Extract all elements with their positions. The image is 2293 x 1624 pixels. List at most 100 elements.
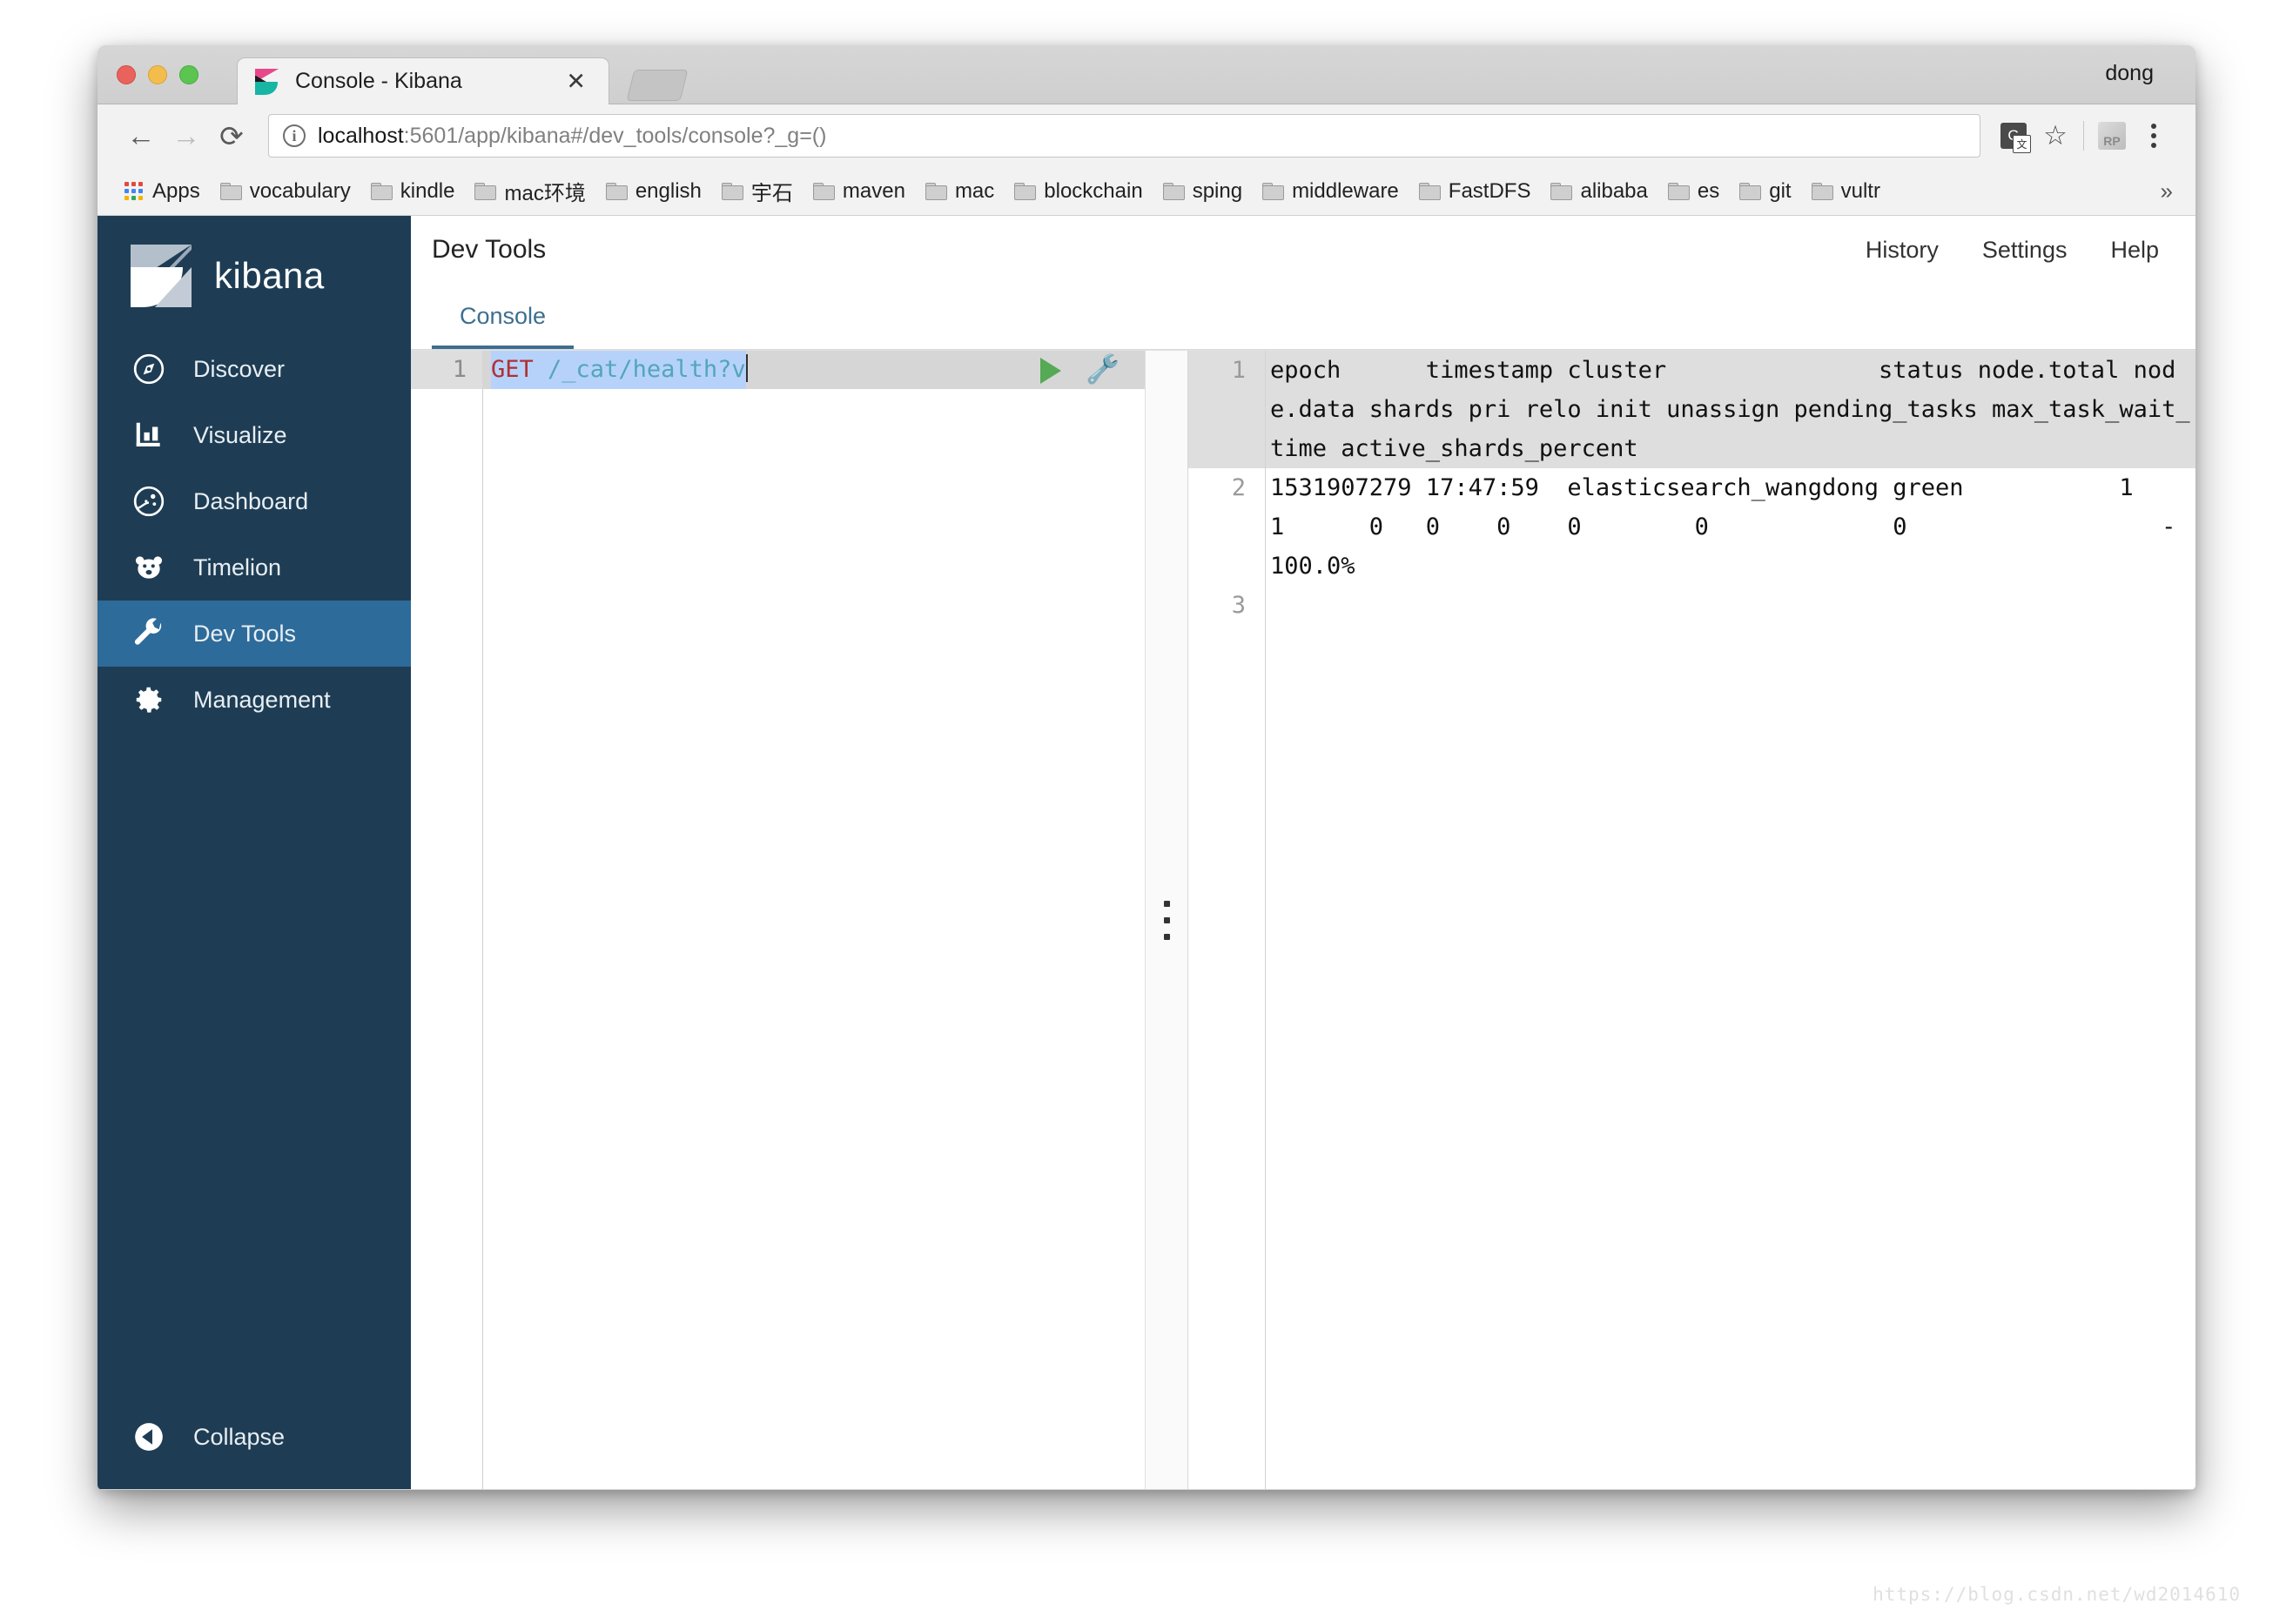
bookmark-item-fastdfs[interactable]: FastDFS: [1411, 175, 1539, 208]
tab-console[interactable]: Console: [432, 303, 575, 349]
bookmark-item-kindle[interactable]: kindle: [363, 175, 463, 208]
bookmark-item-yushi[interactable]: 宇石: [714, 171, 801, 211]
sidebar-item-label: Discover: [193, 355, 286, 382]
address-bar[interactable]: i localhost:5601/app/kibana#/dev_tools/c…: [268, 114, 1980, 158]
app-tabs: Console: [411, 284, 2195, 350]
brand-label: kibana: [214, 255, 325, 296]
bookmark-label: vultr: [1840, 178, 1880, 203]
sidebar-item-label: Timelion: [193, 554, 282, 580]
close-icon[interactable]: ✕: [566, 70, 586, 93]
bookmark-label: blockchain: [1044, 178, 1143, 203]
bookmark-label: sping: [1192, 178, 1243, 203]
history-link[interactable]: History: [1866, 237, 1939, 264]
compass-icon: [131, 352, 167, 386]
response-output-pane[interactable]: 1 epoch timestamp cluster status node.to…: [1187, 351, 2195, 1489]
bookmark-label: mac环境: [504, 182, 586, 205]
sidebar-item-management[interactable]: Management: [98, 667, 411, 733]
kibana-app: kibana Discover Visualize Dashboard Time…: [98, 216, 2195, 1489]
folder-icon: [1667, 182, 1690, 200]
kibana-favicon-icon: [255, 68, 279, 95]
sidebar-collapse-button[interactable]: Collapse: [98, 1404, 411, 1470]
minimize-window-button[interactable]: [148, 65, 167, 84]
wrench-icon: [131, 617, 167, 650]
bookmark-item-english[interactable]: english: [598, 175, 709, 208]
folder-icon: [1418, 182, 1441, 200]
browser-tab-strip: Console - Kibana ✕ dong: [98, 45, 2195, 104]
bookmark-label: Apps: [152, 178, 200, 203]
editor-line[interactable]: 1 GET /_cat/health?v 🔧: [411, 351, 1145, 389]
folder-icon: [605, 182, 628, 200]
response-line-number: 3: [1231, 592, 1246, 619]
kibana-logo-icon: [131, 245, 192, 307]
sidebar-item-dev-tools[interactable]: Dev Tools: [98, 601, 411, 667]
request-path-token: /_cat/health?v: [533, 356, 746, 383]
help-link[interactable]: Help: [2110, 237, 2159, 264]
bookmark-apps[interactable]: Apps: [117, 175, 208, 208]
sidebar-item-visualize[interactable]: Visualize: [98, 402, 411, 468]
bookmark-item-mac-env[interactable]: mac环境: [467, 171, 593, 211]
folder-icon: [370, 182, 393, 200]
sidebar-collapse-label: Collapse: [193, 1423, 286, 1450]
bookmark-item-maven[interactable]: maven: [805, 175, 913, 208]
bookmark-item-blockchain[interactable]: blockchain: [1006, 175, 1150, 208]
forward-icon[interactable]: →: [164, 113, 209, 158]
response-line: 2 1531907279 17:47:59 elasticsearch_wang…: [1188, 468, 2195, 586]
editor-selection: GET /_cat/health?v: [491, 351, 746, 389]
browser-menu-button[interactable]: [2133, 115, 2175, 157]
close-window-button[interactable]: [117, 65, 136, 84]
folder-icon: [1739, 182, 1762, 200]
sidebar-item-timelion[interactable]: Timelion: [98, 534, 411, 601]
watermark: https://blog.csdn.net/wd2014610: [1873, 1584, 2241, 1605]
bookmark-button[interactable]: ☆: [2034, 115, 2076, 157]
back-icon[interactable]: ←: [118, 113, 164, 158]
response-line-number: 1: [1188, 351, 1265, 468]
header-links: History Settings Help: [1866, 237, 2159, 264]
bookmark-item-alibaba[interactable]: alibaba: [1543, 175, 1655, 208]
folder-icon: [812, 182, 835, 200]
bookmark-label: FastDFS: [1448, 178, 1531, 203]
folder-icon: [1014, 182, 1037, 200]
new-tab-button[interactable]: [626, 70, 689, 101]
wrench-icon[interactable]: 🔧: [1086, 352, 1120, 386]
response-line: 1 epoch timestamp cluster status node.to…: [1188, 351, 2195, 468]
bookmark-item-mac[interactable]: mac: [918, 175, 1002, 208]
profile-name[interactable]: dong: [2105, 61, 2154, 86]
response-gutter-divider: [1265, 351, 1266, 1489]
sidebar-item-discover[interactable]: Discover: [98, 336, 411, 402]
bookmark-item-vultr[interactable]: vultr: [1804, 175, 1888, 208]
bookmark-item-es[interactable]: es: [1660, 175, 1727, 208]
maximize-window-button[interactable]: [179, 65, 198, 84]
play-icon[interactable]: [1040, 358, 1061, 384]
translate-button[interactable]: G: [1993, 115, 2034, 157]
site-info-icon[interactable]: i: [283, 124, 306, 147]
bookmark-item-vocabulary[interactable]: vocabulary: [212, 175, 359, 208]
folder-icon: [721, 182, 743, 200]
folder-icon: [1162, 182, 1185, 200]
dashboard-icon: [131, 485, 167, 518]
bookmark-item-middleware[interactable]: middleware: [1254, 175, 1407, 208]
reload-icon[interactable]: ⟳: [209, 113, 254, 158]
request-editor-pane[interactable]: 1 GET /_cat/health?v 🔧: [411, 351, 1146, 1489]
bookmark-item-sping[interactable]: sping: [1155, 175, 1250, 208]
browser-tab[interactable]: Console - Kibana ✕: [237, 57, 609, 104]
folder-icon: [925, 182, 947, 200]
bookmark-label: mac: [954, 178, 995, 203]
extension-button[interactable]: RP: [2091, 115, 2133, 157]
kebab-menu-icon: [2151, 124, 2156, 148]
bookmark-label: middleware: [1292, 178, 1399, 203]
console-body: 1 GET /_cat/health?v 🔧 1 epoch timestamp…: [411, 350, 2195, 1489]
bookmark-item-git[interactable]: git: [1732, 175, 1799, 208]
kibana-main: Dev Tools History Settings Help Console …: [411, 216, 2195, 1489]
bear-icon: [131, 551, 167, 584]
sidebar-item-dashboard[interactable]: Dashboard: [98, 468, 411, 534]
response-line: 3: [1188, 586, 2195, 625]
folder-icon: [219, 182, 242, 200]
drag-handle-icon: [1163, 900, 1170, 940]
bookmarks-overflow-icon[interactable]: »: [2161, 178, 2173, 205]
folder-icon: [1262, 182, 1285, 200]
sidebar-item-label: Dev Tools: [193, 620, 297, 647]
pane-splitter[interactable]: [1146, 351, 1187, 1489]
browser-toolbar: ← → ⟳ i localhost:5601/app/kibana#/dev_t…: [98, 104, 2195, 167]
editor-gutter-divider: [482, 389, 483, 1489]
settings-link[interactable]: Settings: [1982, 237, 2068, 264]
